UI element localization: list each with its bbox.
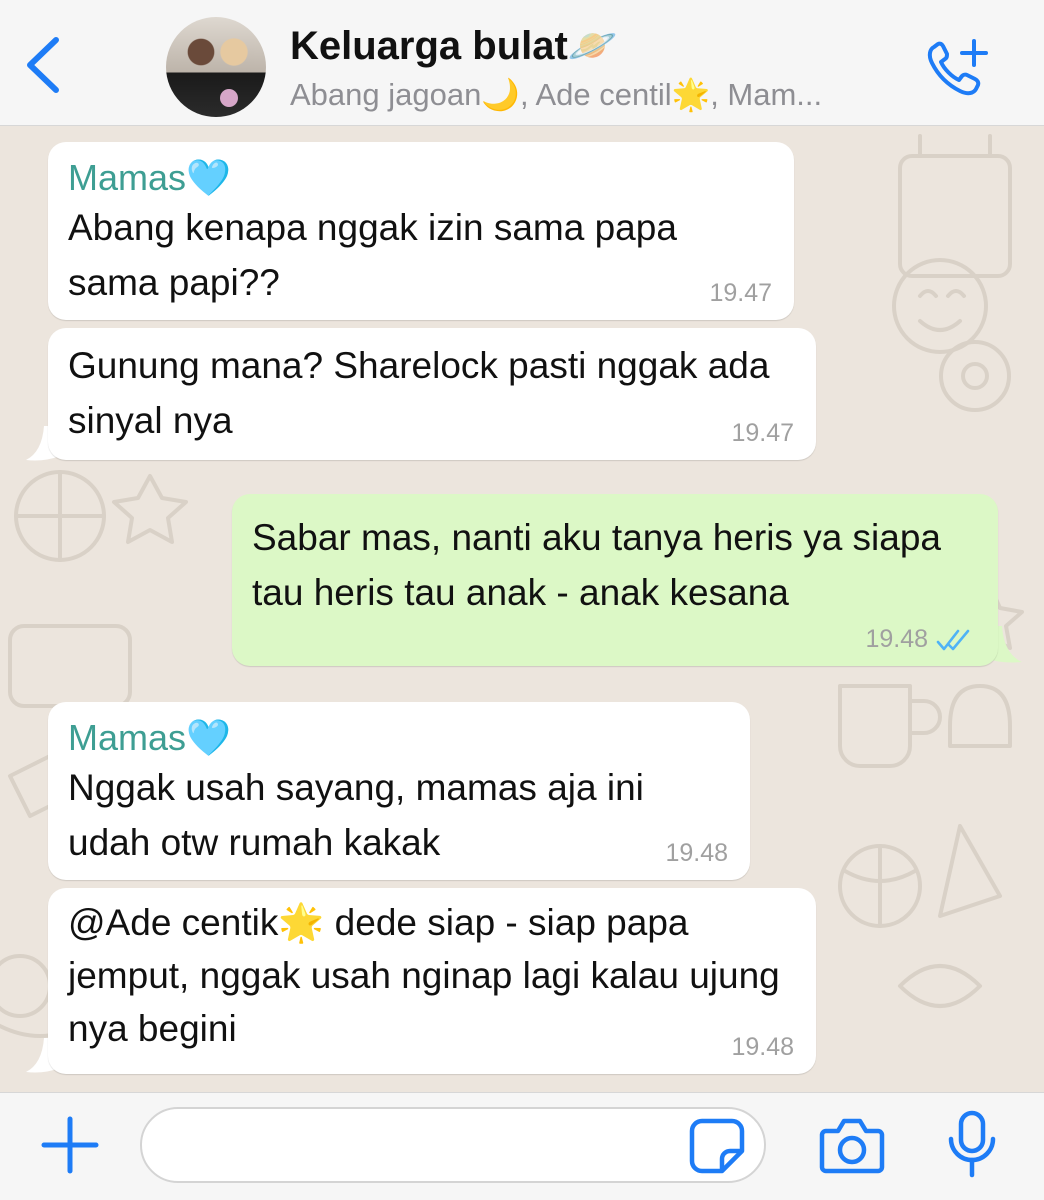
message-time: 19.48 <box>865 625 928 653</box>
message-input-bar <box>0 1092 1044 1200</box>
group-title-emoji: 🪐 <box>567 24 618 68</box>
group-avatar[interactable] <box>166 17 266 117</box>
message-text: @Ade centik🌟 dede siap - siap papa jempu… <box>68 902 780 1049</box>
message-bubble-incoming[interactable]: Gunung mana? Sharelock pasti nggak ada s… <box>48 328 816 460</box>
message-sender[interactable]: Mamas🩵 <box>68 716 730 760</box>
message-time: 19.47 <box>709 279 772 307</box>
message-input[interactable] <box>140 1107 766 1183</box>
message-time: 19.48 <box>731 1033 794 1061</box>
group-title[interactable]: Keluarga bulat🪐 <box>290 22 618 69</box>
message-sender[interactable]: Mamas🩵 <box>68 156 774 200</box>
message-list[interactable]: Mamas🩵 Abang kenapa nggak izin sama papa… <box>0 126 1044 1092</box>
message-time: 19.48 <box>665 839 728 867</box>
microphone-icon[interactable] <box>944 1109 1000 1181</box>
message-bubble-outgoing[interactable]: Sabar mas, nanti aku tanya heris ya siap… <box>232 494 998 666</box>
message-bubble-incoming[interactable]: Mamas🩵 Nggak usah sayang, mamas aja ini … <box>48 702 750 880</box>
read-receipt-icon <box>936 629 970 651</box>
chat-header: Keluarga bulat🪐 Abang jagoan🌙, Ade centi… <box>0 0 1044 126</box>
plus-icon[interactable] <box>40 1115 100 1175</box>
message-bubble-incoming[interactable]: Mamas🩵 Abang kenapa nggak izin sama papa… <box>48 142 794 320</box>
camera-icon[interactable] <box>818 1115 886 1175</box>
message-text: Abang kenapa nggak izin sama papa sama p… <box>68 207 677 303</box>
back-chevron-icon[interactable] <box>18 30 68 100</box>
message-time: 19.47 <box>731 419 794 447</box>
message-text: Sabar mas, nanti aku tanya heris ya siap… <box>252 517 941 613</box>
add-call-icon[interactable] <box>920 35 992 97</box>
sticker-icon[interactable] <box>688 1117 746 1175</box>
group-members-subtitle[interactable]: Abang jagoan🌙, Ade centil🌟, Mam... <box>290 76 902 113</box>
avatar-flower-detail <box>220 89 238 107</box>
message-bubble-incoming[interactable]: @Ade centik🌟 dede siap - siap papa jempu… <box>48 888 816 1074</box>
message-text: Nggak usah sayang, mamas aja ini udah ot… <box>68 767 644 863</box>
group-title-text: Keluarga bulat <box>290 24 568 68</box>
message-text: Gunung mana? Sharelock pasti nggak ada s… <box>68 345 770 441</box>
